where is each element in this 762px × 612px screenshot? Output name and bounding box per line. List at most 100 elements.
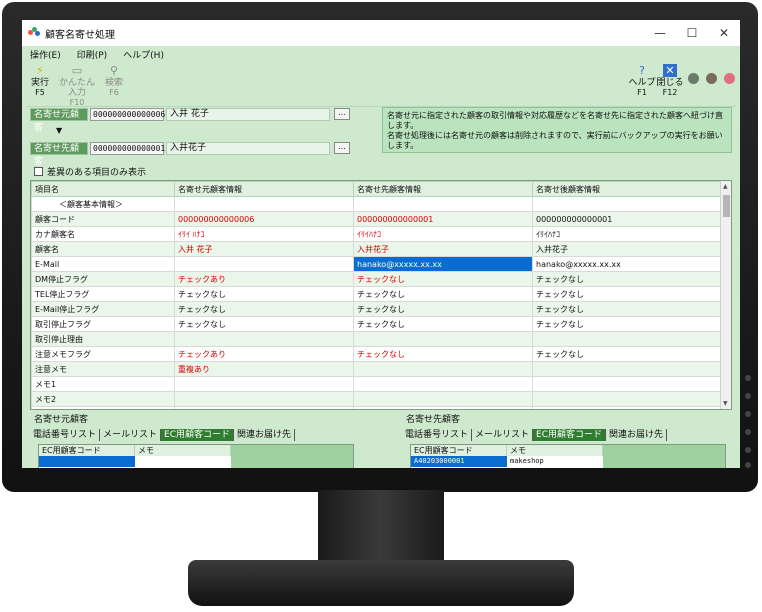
grid-value-cell[interactable]: 000000000000001 [353,211,533,227]
table-row[interactable] [31,406,722,409]
target-customer-code-field[interactable]: 000000000000001 [90,142,165,155]
minimize-button[interactable]: — [644,26,676,40]
source-ec-code-grid[interactable]: EC用顧客コード メモ [38,444,354,468]
grid-item-name-cell[interactable] [31,406,175,409]
grid-value-cell[interactable] [174,376,354,392]
grid-item-name-cell[interactable]: E-Mail [31,256,175,272]
tab-related-delivery[interactable]: 関連お届け先 [234,429,296,441]
grid-value-cell[interactable]: チェックなし [174,316,354,332]
grid-header[interactable]: メモ [135,445,231,456]
grid-value-cell[interactable] [353,406,533,409]
grid-value-cell[interactable] [353,376,533,392]
scroll-up-icon[interactable]: ▲ [723,183,728,190]
grid-item-name-cell[interactable]: メモ2 [31,391,175,407]
tab-mail-list[interactable]: メールリスト [472,429,534,441]
grid-item-name-cell[interactable]: 取引停止フラグ [31,316,175,332]
grid-item-name-cell[interactable]: 注意メモフラグ [31,346,175,362]
grid-value-cell[interactable] [532,376,722,392]
table-row[interactable]: メモ2 [31,391,722,407]
grid-header[interactable]: メモ [507,445,603,456]
grid-item-name-cell[interactable]: DM停止フラグ [31,271,175,287]
grid-header[interactable]: 名寄せ先顧客情報 [353,181,533,197]
table-row[interactable]: 顧客名 入井 花子 入井花子 入井花子 [31,241,722,257]
grid-item-name-cell[interactable]: 取引停止理由 [31,331,175,347]
grid-item-name-cell[interactable]: 顧客名 [31,241,175,257]
grid-value-cell[interactable]: チェックなし [532,301,722,317]
table-row[interactable]: 取引停止フラグ チェックなし チェックなし チェックなし [31,316,722,332]
grid-value-cell[interactable] [532,331,722,347]
grid-value-cell[interactable] [174,331,354,347]
menu-operation[interactable]: 操作(E) [30,48,61,61]
maximize-button[interactable]: ☐ [676,26,708,40]
target-ec-code-grid[interactable]: EC用顧客コード メモ A40203000001 makeshop [410,444,726,468]
grid-value-cell[interactable]: 入井 花子 [174,241,354,257]
grid-item-name-cell[interactable]: カナ顧客名 [31,226,175,242]
table-row[interactable]: メモ1 [31,376,722,392]
tab-phone-list[interactable]: 電話番号リスト [402,429,473,441]
grid-value-cell[interactable]: 入井花子 [532,241,722,257]
window-close-button[interactable]: ✕ [708,26,740,40]
source-customer-lookup-button[interactable]: … [334,108,350,120]
grid-item-name-cell[interactable]: 顧客コード [31,211,175,227]
grid-value-cell[interactable]: チェックなし [532,271,722,287]
grid-value-cell[interactable]: hanako@xxxxx.xx.xx [353,256,533,272]
grid-value-cell[interactable]: チェックなし [174,286,354,302]
grid-value-cell[interactable] [532,406,722,409]
grid-item-name-cell[interactable]: ＜顧客基本情報＞ [31,196,175,212]
table-row[interactable]: 注意メモフラグ チェックあり チェックなし チェックなし [31,346,722,362]
grid-value-cell[interactable]: チェックなし [353,316,533,332]
grid-value-cell[interactable]: チェックなし [532,286,722,302]
grid-value-cell[interactable] [174,196,354,212]
grid-value-cell[interactable]: チェックなし [532,346,722,362]
table-row[interactable]: 顧客コード 000000000000006 000000000000001 00000… [31,211,722,227]
menu-help[interactable]: ヘルプ(H) [123,48,164,61]
grid-value-cell[interactable]: チェックあり [174,271,354,287]
grid-value-cell[interactable] [353,196,533,212]
table-row[interactable]: E-Mail hanako@xxxxx.xx.xx hanako@xxxxx.xx.… [31,256,722,272]
grid-value-cell[interactable] [174,391,354,407]
grid-value-cell[interactable] [174,256,354,272]
grid-header[interactable]: EC用顧客コード [39,445,135,456]
grid-value-cell[interactable] [532,361,722,377]
tab-ec-customer-code[interactable]: EC用顧客コード [533,429,607,441]
table-row[interactable]: 取引停止理由 [31,331,722,347]
tab-phone-list[interactable]: 電話番号リスト [30,429,101,441]
search-button[interactable]: ⚲ 検索 F6 [98,64,130,98]
tab-related-delivery[interactable]: 関連お届け先 [606,429,668,441]
comparison-grid[interactable]: 項目名 名寄せ元顧客情報 名寄せ先顧客情報 名寄せ後顧客情報 ＜顧客基本情報＞顧… [30,180,732,410]
scroll-thumb[interactable] [723,195,730,217]
grid-vertical-scrollbar[interactable]: ▲ ▼ [720,181,731,409]
tab-mail-list[interactable]: メールリスト [100,429,162,441]
close-button[interactable]: ✕ 閉じる F12 [654,64,686,98]
quick-input-button[interactable]: ▭ かんたん入力 F10 [56,64,98,108]
grid-value-cell[interactable]: チェックなし [532,316,722,332]
scroll-down-icon[interactable]: ▼ [723,400,728,407]
grid-header[interactable]: EC用顧客コード [411,445,507,456]
grid-value-cell[interactable] [353,361,533,377]
grid-value-cell[interactable]: ｲﾘｲﾊﾅｺ [532,226,722,242]
grid-item-name-cell[interactable]: 注意メモ [31,361,175,377]
grid-value-cell[interactable]: チェックなし [353,346,533,362]
menu-print[interactable]: 印刷(P) [77,48,107,61]
grid-header[interactable]: 名寄せ後顧客情報 [532,181,722,197]
grid-value-cell[interactable]: 000000000000001 [532,211,722,227]
grid-value-cell[interactable] [174,406,354,409]
grid-header[interactable]: 名寄せ元顧客情報 [174,181,354,197]
grid-value-cell[interactable] [353,331,533,347]
tab-ec-customer-code[interactable]: EC用顧客コード [161,429,235,441]
grid-value-cell[interactable]: hanako@xxxxx.xx.xx [532,256,722,272]
grid-item-name-cell[interactable]: TEL停止フラグ [31,286,175,302]
table-row[interactable]: ＜顧客基本情報＞ [31,196,722,212]
grid-value-cell[interactable]: ｲﾘｲ ﾊﾅｺ [174,226,354,242]
checkbox-box[interactable] [34,167,43,176]
table-row[interactable]: E-Mail停止フラグ チェックなし チェックなし チェックなし [31,301,722,317]
grid-header[interactable]: 項目名 [31,181,175,197]
grid-value-cell[interactable]: チェックなし [174,301,354,317]
table-row[interactable]: DM停止フラグ チェックあり チェックなし チェックなし [31,271,722,287]
table-row[interactable]: TEL停止フラグ チェックなし チェックなし チェックなし [31,286,722,302]
grid-value-cell[interactable]: 000000000000006 [174,211,354,227]
diff-only-checkbox[interactable]: 差異のある項目のみ表示 [34,165,146,178]
grid-value-cell[interactable]: ｲﾘｲﾊﾅｺ [353,226,533,242]
grid-value-cell[interactable] [532,391,722,407]
grid-value-cell[interactable]: チェックなし [353,301,533,317]
